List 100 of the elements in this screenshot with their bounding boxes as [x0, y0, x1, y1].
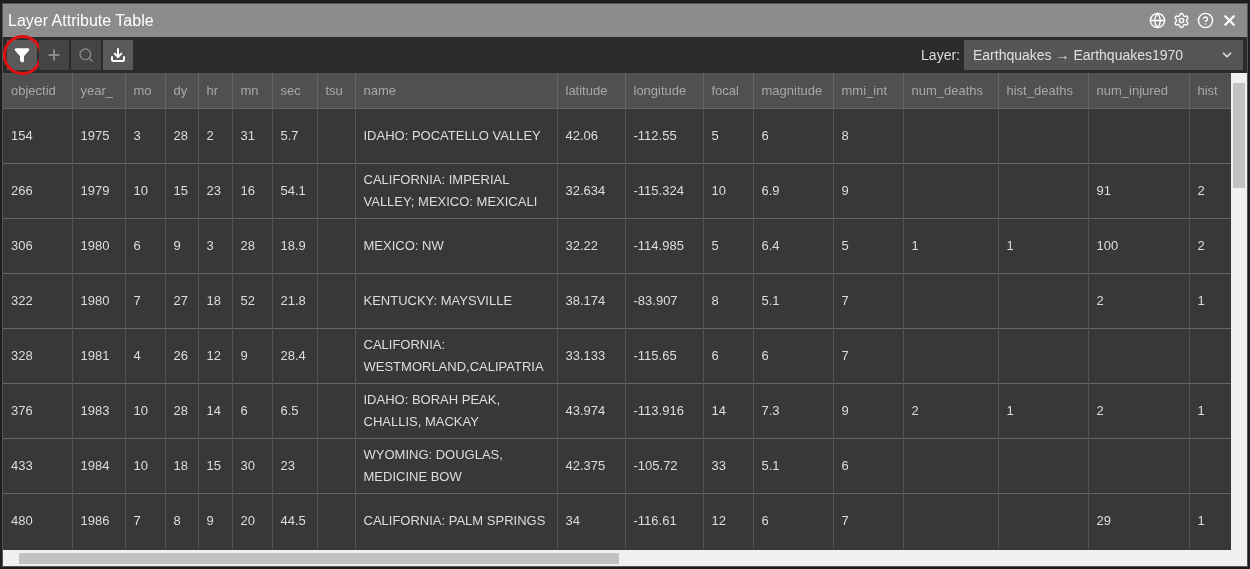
globe-icon[interactable] [1149, 12, 1166, 29]
table-cell: 42.06 [565, 127, 599, 143]
column-header[interactable]: longitude [625, 73, 703, 108]
table-cell: 27 [173, 292, 188, 308]
table-cell: 5.1 [761, 292, 780, 308]
table-cell: 1 [1197, 512, 1205, 528]
table-cell: 5 [711, 127, 719, 143]
table-cell: 1 [1006, 402, 1014, 418]
column-header[interactable]: sec [272, 73, 317, 108]
table-cell: -116.61 [633, 512, 677, 528]
vertical-scrollbar[interactable] [1231, 73, 1247, 550]
table-cell: 5 [711, 237, 719, 253]
column-header[interactable]: hist_deaths [998, 73, 1088, 108]
column-header[interactable]: objectid [3, 73, 72, 108]
table-cell: 2 [206, 127, 214, 143]
column-header[interactable]: mo [125, 73, 165, 108]
plus-icon [46, 47, 62, 63]
table-cell: 6 [761, 512, 769, 528]
table-cell: 5 [841, 237, 849, 253]
table-cell: 38.174 [565, 292, 606, 308]
table-cell: 18 [173, 457, 188, 473]
table-cell: 6.9 [761, 182, 780, 198]
table-cell: 1986 [80, 512, 110, 528]
table-cell: 433 [11, 457, 33, 473]
window-title: Layer Attribute Table [8, 10, 154, 31]
search-icon [78, 47, 94, 63]
table-cell: 8 [711, 292, 719, 308]
table-cell: 7 [841, 347, 849, 363]
table-cell: -112.55 [633, 127, 677, 143]
table-cell: 32.22 [565, 237, 599, 253]
table-cell: -115.324 [633, 182, 684, 198]
table-cell: 28 [173, 402, 188, 418]
layer-dropdown[interactable]: Earthquakes → Earthquakes1970 [964, 40, 1243, 70]
table-cell: 6.5 [280, 402, 299, 418]
table-cell: 28.4 [280, 347, 306, 363]
table-cell: 6 [711, 347, 719, 363]
table-cell: 5.7 [280, 127, 299, 143]
help-icon[interactable] [1197, 12, 1214, 29]
table-cell: 33.133 [565, 347, 606, 363]
table-cell: -115.65 [633, 347, 677, 363]
table-cell: 1 [1006, 237, 1014, 253]
table-cell: 9 [240, 347, 248, 363]
table-cell: KENTUCKY: MAYSVILLE [363, 292, 513, 308]
table-cell: CALIFORNIA: PALM SPRINGS [363, 512, 546, 528]
column-header[interactable]: latitude [557, 73, 625, 108]
table-cell: 14 [711, 402, 726, 418]
table-cell: 28 [173, 127, 188, 143]
table-cell: MEXICO: NW [363, 237, 444, 253]
column-header[interactable]: magnitude [753, 73, 833, 108]
table-cell: 34 [565, 512, 580, 528]
table-cell: WYOMING: DOUGLAS, MEDICINE BOW [363, 446, 503, 484]
close-icon[interactable] [1221, 12, 1238, 29]
table-cell: 7 [841, 512, 849, 528]
column-header[interactable]: mmi_int [833, 73, 903, 108]
layer-label: Layer: [921, 45, 960, 65]
table-cell: IDAHO: POCATELLO VALLEY [363, 127, 541, 143]
table-cell: 10 [133, 457, 148, 473]
table-cell: 8 [173, 512, 181, 528]
table-cell: 20 [240, 512, 255, 528]
table-cell: 2 [911, 402, 919, 418]
table-cell: -113.916 [633, 402, 684, 418]
table-cell: 8 [841, 127, 849, 143]
table-cell: 1980 [80, 292, 110, 308]
table-cell: 9 [841, 402, 849, 418]
table-cell: 100 [1096, 237, 1119, 253]
table-cell: 23 [206, 182, 221, 198]
column-header[interactable]: num_deaths [903, 73, 998, 108]
column-header[interactable]: year_ [72, 73, 125, 108]
column-header[interactable]: dy [165, 73, 198, 108]
column-header[interactable]: name [355, 73, 557, 108]
table-cell: -114.985 [633, 237, 684, 253]
column-header[interactable]: focal [703, 73, 753, 108]
settings-icon[interactable] [1173, 12, 1190, 29]
filter-icon [14, 47, 30, 63]
table-cell: 14 [206, 402, 221, 418]
horizontal-scrollbar[interactable] [3, 550, 1247, 566]
table-cell: 376 [11, 402, 33, 418]
column-header[interactable]: num_injured [1088, 73, 1189, 108]
table-cell: 5.1 [761, 457, 780, 473]
table-cell: 7 [841, 292, 849, 308]
table-cell: 1981 [80, 347, 110, 363]
table-cell: 43.974 [565, 402, 606, 418]
table-cell: 6 [761, 347, 769, 363]
table-cell: 3 [206, 237, 214, 253]
table-cell: 26 [173, 347, 188, 363]
table-cell: 21.8 [280, 292, 306, 308]
table-cell: 15 [206, 457, 221, 473]
table-cell: 23 [280, 457, 295, 473]
table-cell: 2 [1197, 182, 1205, 198]
table-cell: 31 [240, 127, 255, 143]
table-cell: 42.375 [565, 457, 606, 473]
table-cell: 9 [206, 512, 214, 528]
column-header[interactable]: tsu [317, 73, 355, 108]
table-cell: 7.3 [761, 402, 780, 418]
table-cell: 480 [11, 512, 33, 528]
download-button[interactable] [103, 40, 133, 70]
table-cell: 4 [133, 347, 141, 363]
column-header[interactable]: hr [198, 73, 232, 108]
column-header[interactable]: mn [232, 73, 272, 108]
table-cell: 44.5 [280, 512, 306, 528]
